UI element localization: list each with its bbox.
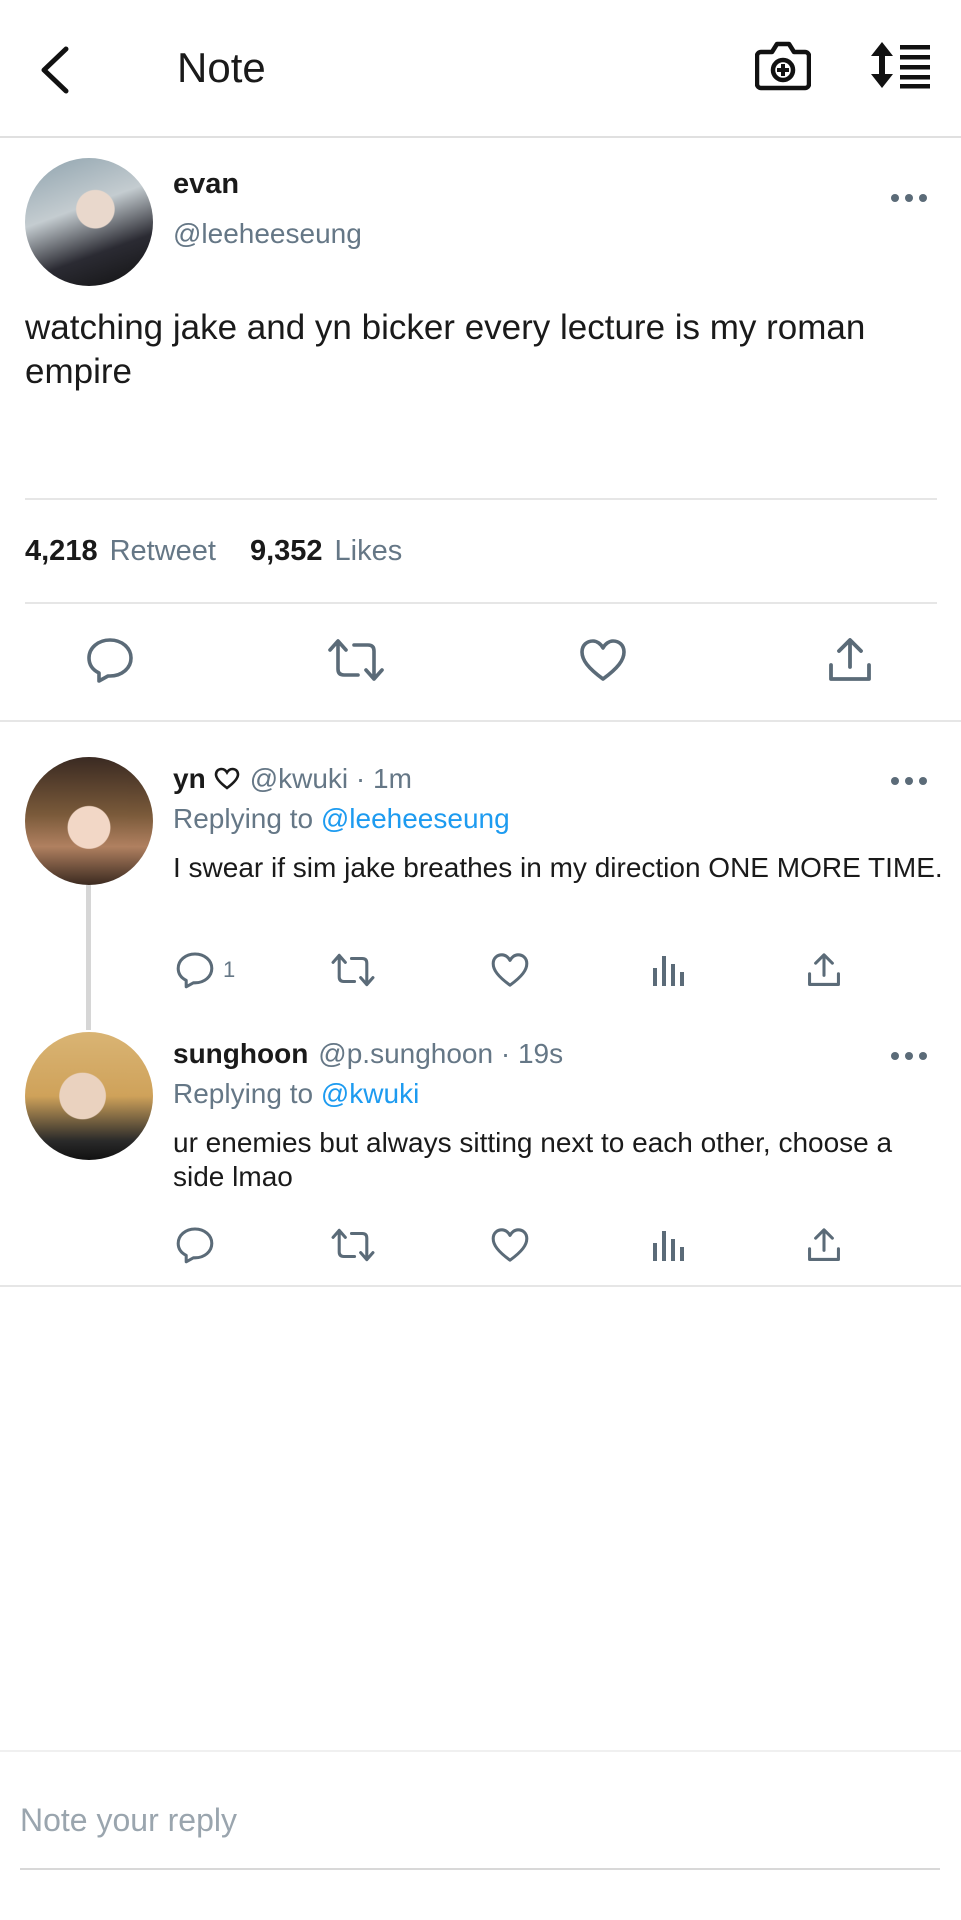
comment-icon: [176, 952, 214, 989]
camera-plus-icon: [754, 41, 812, 91]
divider: [0, 1750, 961, 1752]
share-button[interactable]: [805, 945, 843, 995]
share-icon: [808, 1228, 840, 1261]
reply-author-handle[interactable]: @kwuki · 1m: [250, 763, 412, 795]
retweet-button[interactable]: [326, 630, 386, 690]
page-title: Note: [177, 44, 266, 91]
sort-button[interactable]: [868, 40, 934, 96]
author-handle[interactable]: @leeheeseung: [173, 218, 362, 250]
like-button[interactable]: [490, 945, 530, 995]
analytics-button[interactable]: [650, 945, 686, 995]
share-icon: [829, 638, 871, 681]
divider: [0, 720, 961, 722]
share-icon: [808, 953, 840, 986]
comment-icon: [176, 1227, 214, 1264]
heart-icon: [491, 1228, 529, 1262]
reply-actions: [0, 1220, 961, 1270]
top-bar: Note: [0, 0, 961, 138]
retweet-count[interactable]: 4,218: [25, 535, 98, 568]
reply-header: yn @kwuki · 1m: [173, 763, 412, 795]
bar-chart-icon: [653, 1231, 684, 1261]
retweet-icon: [331, 1228, 375, 1262]
reply-button[interactable]: 1: [175, 945, 235, 995]
retweet-button[interactable]: [330, 945, 376, 995]
sort-list-icon: [871, 42, 930, 89]
reply-button[interactable]: [175, 1220, 223, 1270]
reply-actions: 1: [0, 945, 961, 995]
comment-icon: [87, 638, 133, 683]
avatar[interactable]: [25, 1032, 153, 1160]
retweet-button[interactable]: [330, 1220, 376, 1270]
replying-to-label: Replying to: [173, 803, 314, 834]
share-button[interactable]: [805, 1220, 843, 1270]
reply-count: 1: [223, 957, 236, 982]
likes-count[interactable]: 9,352: [250, 535, 323, 568]
more-options-button[interactable]: [887, 1044, 931, 1068]
author-name[interactable]: evan: [173, 168, 239, 201]
reply-author-name[interactable]: yn: [173, 763, 206, 795]
like-button[interactable]: [573, 630, 633, 690]
divider: [25, 602, 937, 604]
reply-input[interactable]: [20, 1790, 940, 1850]
post-actions: [0, 630, 961, 720]
avatar[interactable]: [25, 158, 153, 286]
replying-to: Replying to @kwuki: [173, 1078, 419, 1110]
retweet-icon: [328, 639, 384, 681]
avatar[interactable]: [25, 757, 153, 885]
more-horizontal-icon: [891, 194, 927, 202]
heart-icon: [580, 639, 626, 681]
camera-button[interactable]: [754, 40, 812, 96]
likes-label[interactable]: Likes: [335, 535, 403, 568]
back-button[interactable]: [30, 40, 80, 100]
reply-author-handle[interactable]: @p.sunghoon · 19s: [318, 1038, 563, 1070]
heart-outline-icon: [214, 767, 239, 790]
analytics-button[interactable]: [650, 1220, 686, 1270]
divider: [25, 498, 937, 500]
chevron-left-icon: [41, 46, 69, 94]
reply-author-name[interactable]: sunghoon: [173, 1038, 308, 1070]
reply-text: I swear if sim jake breathes in my direc…: [173, 852, 943, 883]
reply-composer: [20, 1790, 940, 1870]
reply-text: ur enemies but always sitting next to ea…: [173, 1127, 893, 1192]
replying-to: Replying to @leeheeseung: [173, 803, 510, 835]
replying-to-mention[interactable]: @kwuki: [321, 1078, 419, 1109]
like-button[interactable]: [490, 1220, 530, 1270]
reply-header: sunghoon @p.sunghoon · 19s: [173, 1038, 563, 1070]
divider: [0, 1285, 961, 1287]
heart-icon: [491, 953, 529, 987]
more-options-button[interactable]: [887, 769, 931, 793]
retweet-icon: [331, 953, 375, 987]
replying-to-mention[interactable]: @leeheeseung: [321, 803, 510, 834]
post-text: watching jake and yn bicker every lectur…: [25, 308, 866, 391]
bar-chart-icon: [653, 956, 684, 986]
retweet-label[interactable]: Retweet: [110, 535, 216, 568]
share-button[interactable]: [820, 630, 880, 690]
replying-to-label: Replying to: [173, 1078, 314, 1109]
more-horizontal-icon: [891, 1052, 927, 1060]
more-options-button[interactable]: [887, 186, 931, 210]
post-stats: 4,218 Retweet 9,352 Likes: [25, 535, 402, 568]
more-horizontal-icon: [891, 777, 927, 785]
reply-button[interactable]: [80, 630, 140, 690]
